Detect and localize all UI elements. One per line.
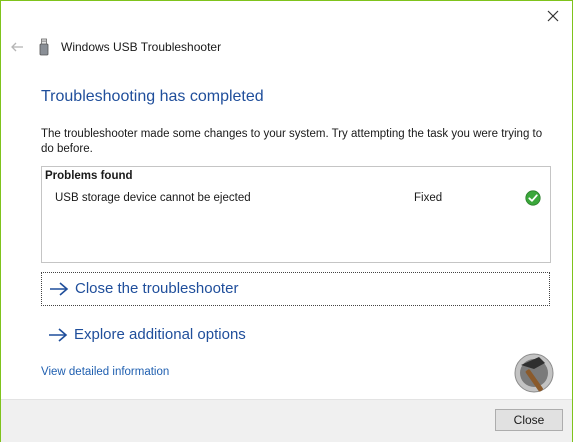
navigation-bar: Windows USB Troubleshooter — [1, 31, 572, 65]
page-title: Troubleshooting has completed — [41, 88, 264, 105]
close-icon[interactable] — [544, 7, 562, 25]
close-troubleshooter-label: Close the troubleshooter — [75, 280, 239, 297]
window-title: Windows USB Troubleshooter — [61, 40, 222, 54]
close-button[interactable]: Close — [495, 409, 563, 431]
problems-found-panel: Problems found USB storage device cannot… — [41, 166, 551, 263]
problem-name: USB storage device cannot be ejected — [55, 192, 251, 204]
explore-options-option[interactable]: Explore additional options — [41, 319, 550, 353]
problem-status: Fixed — [414, 192, 443, 204]
dialog-footer: Close — [1, 399, 572, 442]
green-check-icon — [525, 190, 541, 206]
usb-drive-icon — [38, 38, 50, 56]
explore-options-label: Explore additional options — [74, 326, 246, 343]
view-detailed-information-link[interactable]: View detailed information — [41, 366, 169, 378]
result-description: The troubleshooter made some changes to … — [41, 128, 543, 155]
arrow-right-icon — [49, 281, 69, 297]
problem-row: USB storage device cannot be ejected Fix… — [42, 189, 550, 209]
close-troubleshooter-option[interactable]: Close the troubleshooter — [41, 272, 550, 306]
hammer-logo-icon — [501, 347, 565, 399]
back-arrow-icon[interactable] — [10, 40, 24, 54]
problems-header: Problems found — [45, 170, 133, 182]
title-bar — [1, 1, 572, 31]
arrow-right-icon — [48, 327, 68, 343]
troubleshooter-window: Windows USB Troubleshooter Troubleshooti… — [0, 0, 573, 442]
